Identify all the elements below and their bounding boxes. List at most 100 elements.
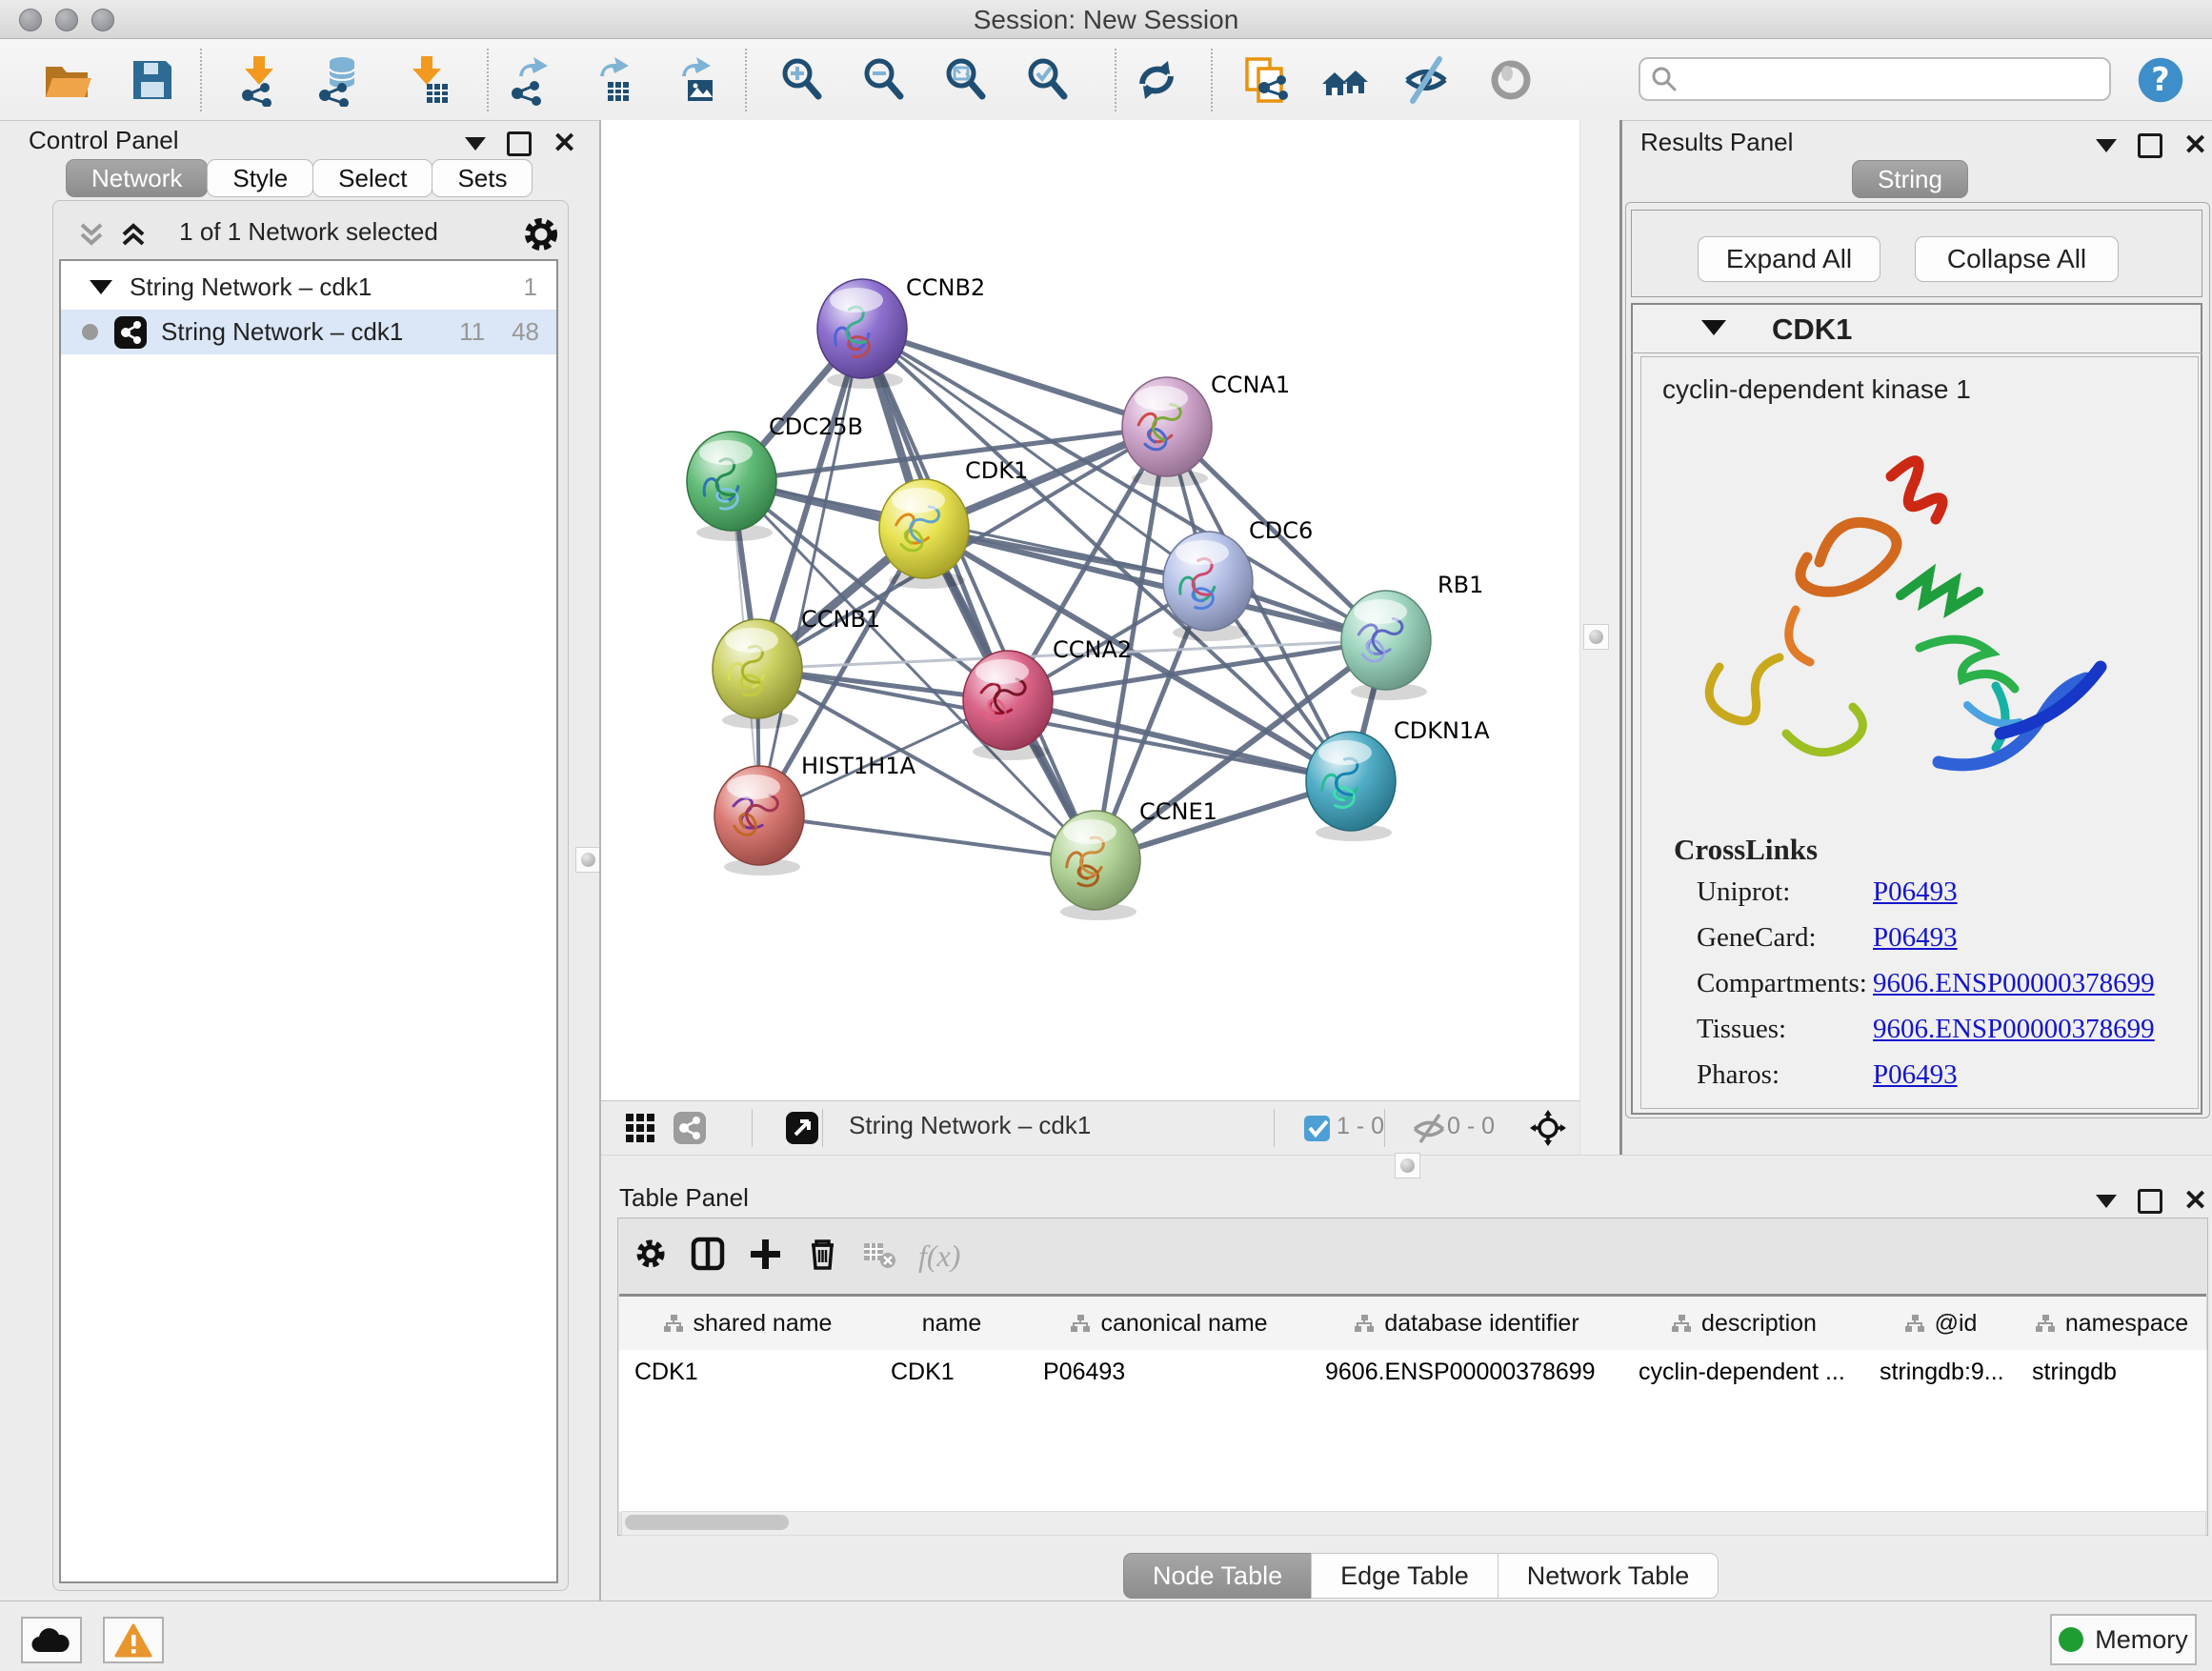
birds-eye-icon[interactable] [1530, 1110, 1566, 1151]
tab-style[interactable]: Style [207, 159, 313, 197]
network-canvas[interactable]: CCNB2CCNA1CDC25BCDK1CDC6RB1CCNB1CCNA2CDK… [601, 120, 1579, 1100]
add-column-icon [747, 1236, 783, 1272]
tab-sets[interactable]: Sets [432, 159, 533, 197]
column-header-canonical-name[interactable]: canonical name [1028, 1297, 1311, 1350]
column-header-description[interactable]: description [1623, 1297, 1865, 1350]
import-network-file-button[interactable] [231, 51, 288, 109]
export-network-button[interactable] [500, 51, 557, 109]
crosslink-link[interactable]: 9606.ENSP00000378699 [1873, 968, 2155, 999]
hidden-eye-icon[interactable] [1411, 1110, 1447, 1151]
table-hscrollbar-thumb[interactable] [625, 1515, 789, 1530]
graph-node-HIST1H1A[interactable] [714, 766, 804, 876]
search-icon [1650, 65, 1679, 93]
column-label: name [922, 1310, 982, 1338]
graph-node-CCNB2[interactable] [817, 279, 907, 389]
zoom-fit-button[interactable] [937, 51, 995, 109]
show-columns-button[interactable] [690, 1236, 726, 1277]
cell-canonical-name[interactable]: P06493 [1028, 1350, 1310, 1394]
cell-shared-name[interactable]: CDK1 [619, 1350, 875, 1394]
panel-float-icon[interactable] [2138, 133, 2162, 158]
memory-button[interactable]: Memory [2050, 1614, 2197, 1665]
panel-menu-icon[interactable] [465, 137, 486, 151]
network-options-gear-icon[interactable] [520, 213, 562, 260]
cell-description[interactable]: cyclin-dependent ... [1623, 1350, 1864, 1394]
table-settings-gear-button[interactable] [633, 1236, 669, 1277]
zoom-out-button[interactable] [855, 51, 913, 109]
graph-node-CDC25B[interactable] [687, 432, 776, 541]
node-table[interactable]: shared nameCDK1nameCDK1canonical nameP06… [619, 1294, 2206, 1512]
column-header-name[interactable]: name [875, 1297, 1029, 1350]
left-splitter-handle[interactable] [575, 847, 601, 873]
cell-name[interactable]: CDK1 [875, 1350, 1028, 1394]
graph-node-CCNE1[interactable] [1051, 811, 1140, 920]
save-session-button[interactable] [124, 51, 181, 109]
cell-database-identifier[interactable]: 9606.ENSP00000378699 [1310, 1350, 1623, 1394]
network-tree-row-selected[interactable]: String Network – cdk1 11 48 [61, 310, 556, 354]
panel-menu-icon[interactable] [2096, 1195, 2117, 1208]
export-table-button[interactable] [581, 51, 638, 109]
column-header-@id[interactable]: @id [1864, 1297, 2018, 1350]
graph-node-CCNA2[interactable] [963, 651, 1053, 760]
expand-all-button[interactable]: Expand All [1698, 236, 1880, 282]
crosslink-link[interactable]: P06493 [1873, 922, 1958, 954]
network-graph[interactable]: CCNB2CCNA1CDC25BCDK1CDC6RB1CCNB1CCNA2CDK… [601, 120, 1579, 1100]
detach-view-icon[interactable] [784, 1110, 820, 1151]
export-image-button[interactable] [663, 51, 720, 109]
add-column-button[interactable] [747, 1236, 783, 1277]
show-all-button[interactable] [1482, 51, 1539, 109]
cell-@id[interactable]: stringdb:9... [1864, 1350, 2017, 1394]
panel-close-icon[interactable]: ✕ [553, 134, 576, 153]
tab-select[interactable]: Select [312, 159, 432, 197]
panel-float-icon[interactable] [2138, 1189, 2162, 1214]
warnings-button[interactable] [103, 1617, 164, 1663]
cloud-status-button[interactable] [21, 1617, 82, 1663]
panel-menu-icon[interactable] [2096, 139, 2117, 152]
zoom-selected-button[interactable] [1019, 51, 1076, 109]
column-header-namespace[interactable]: namespace [2017, 1297, 2207, 1350]
graph-node-CDKN1A[interactable] [1306, 732, 1396, 841]
column-header-database-identifier[interactable]: database identifier [1310, 1297, 1624, 1350]
collapse-all-button[interactable]: Collapse All [1915, 236, 2119, 282]
new-network-selection-button[interactable] [1236, 51, 1293, 109]
right-splitter-handle[interactable] [1583, 624, 1609, 650]
open-session-button[interactable] [38, 51, 95, 109]
import-network-database-button[interactable] [310, 51, 367, 109]
tab-network[interactable]: Network [66, 159, 208, 197]
network-tree: String Network – cdk1 1 String Network –… [59, 259, 558, 1583]
graph-node-CCNA1[interactable] [1122, 377, 1212, 487]
apply-layout-button[interactable] [1128, 51, 1185, 109]
import-table-file-button[interactable] [398, 51, 455, 109]
section-collapse-icon[interactable] [1701, 320, 1726, 335]
network-tree-root-row[interactable]: String Network – cdk1 1 [61, 265, 556, 310]
panel-close-icon[interactable]: ✕ [2183, 1192, 2207, 1211]
zoom-in-button[interactable] [774, 51, 831, 109]
network-view-icon[interactable] [672, 1110, 708, 1151]
table-hscrollbar[interactable] [621, 1511, 2206, 1536]
first-neighbors-button[interactable] [1317, 51, 1374, 109]
crosslink-link[interactable]: P06493 [1873, 1059, 1958, 1091]
selected-checkbox-icon[interactable] [1300, 1110, 1337, 1151]
hide-selected-button[interactable] [1398, 51, 1455, 109]
cell-namespace[interactable]: stringdb [2017, 1350, 2206, 1394]
panel-close-icon[interactable]: ✕ [2183, 136, 2207, 155]
tab-node-table[interactable]: Node Table [1123, 1553, 1312, 1599]
results-panel-border [1619, 120, 1622, 1174]
graph-node-RB1[interactable] [1341, 591, 1431, 700]
tab-string[interactable]: String [1852, 160, 1968, 198]
tab-edge-table[interactable]: Edge Table [1311, 1553, 1498, 1599]
search-input[interactable] [1639, 57, 2111, 101]
column-label: description [1701, 1310, 1817, 1338]
panel-float-icon[interactable] [507, 131, 532, 156]
help-button[interactable]: ? [2132, 51, 2189, 109]
delete-column-button[interactable] [804, 1236, 840, 1277]
column-header-shared-name[interactable]: shared name [619, 1297, 876, 1350]
bottom-splitter-handle[interactable] [1395, 1153, 1420, 1178]
tree-expander-icon[interactable] [90, 280, 112, 294]
crosslink-link[interactable]: 9606.ENSP00000378699 [1873, 1014, 2155, 1045]
crosslink-link[interactable]: P06493 [1873, 876, 1958, 908]
delete-table-button[interactable] [861, 1236, 897, 1277]
grid-view-icon[interactable] [622, 1110, 658, 1151]
graph-node-CCNB1[interactable] [713, 619, 802, 729]
tab-network-table[interactable]: Network Table [1498, 1553, 1719, 1599]
function-builder-button[interactable]: f(x) [918, 1238, 960, 1274]
